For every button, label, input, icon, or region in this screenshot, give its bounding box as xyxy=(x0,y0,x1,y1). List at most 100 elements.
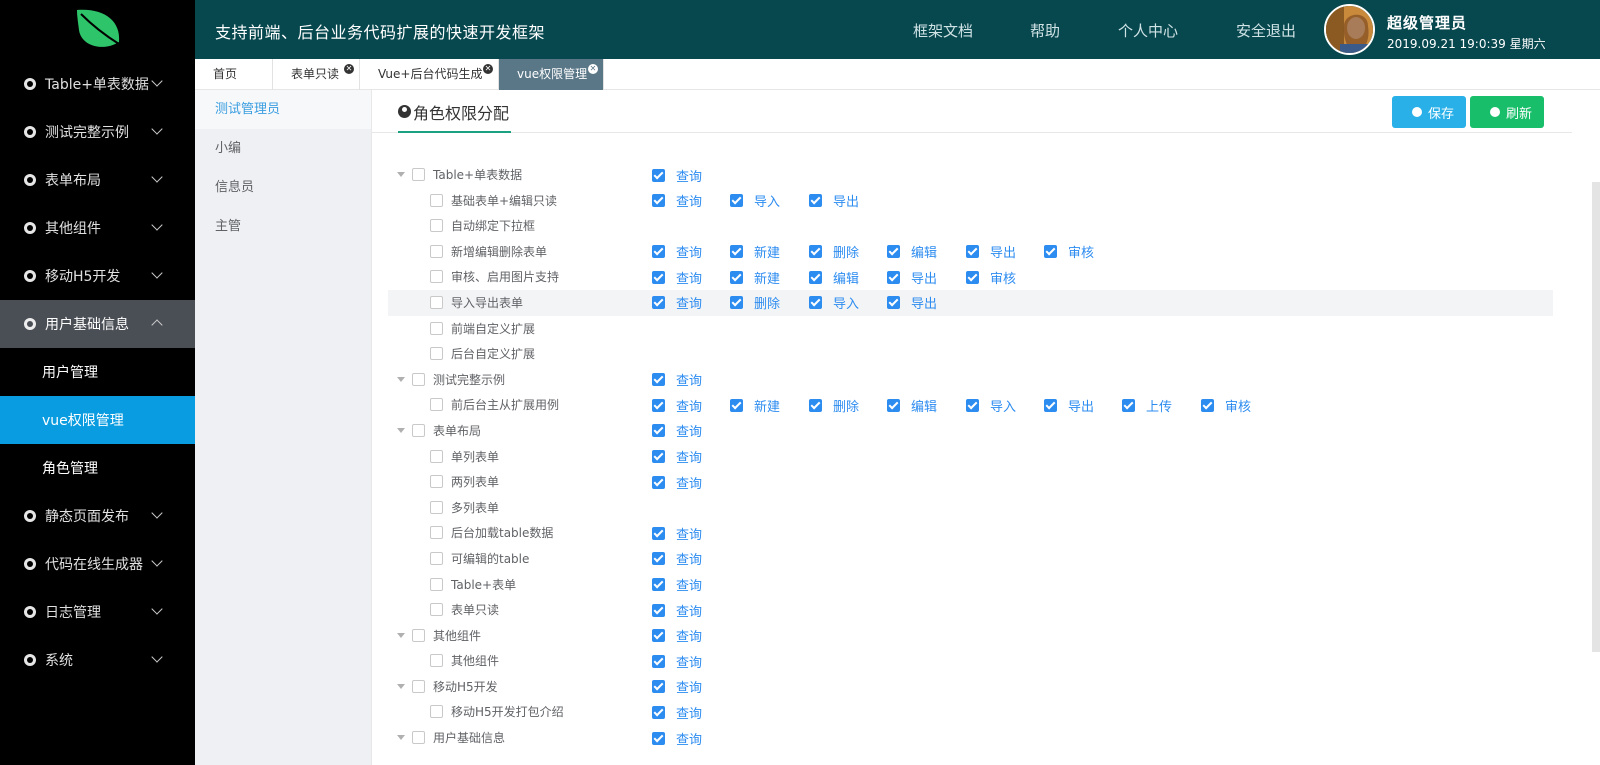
tree-node-checkbox[interactable] xyxy=(430,449,443,463)
checked-checkbox-icon[interactable] xyxy=(652,296,665,310)
tree-node-checkbox[interactable] xyxy=(430,295,443,309)
close-icon[interactable]: ✕ xyxy=(344,64,354,74)
tree-node-checkbox[interactable] xyxy=(412,731,425,745)
permission-checkbox[interactable]: 查询 xyxy=(652,194,702,210)
checked-checkbox-icon[interactable] xyxy=(652,603,665,617)
checked-checkbox-icon[interactable] xyxy=(652,398,665,412)
permission-checkbox[interactable]: 查询 xyxy=(652,731,702,748)
tree-node-checkbox[interactable] xyxy=(430,654,443,668)
permission-checkbox[interactable]: 导出 xyxy=(966,245,1016,261)
caret-down-icon[interactable] xyxy=(397,735,405,741)
nav-logout[interactable]: 安全退出 xyxy=(1236,20,1296,41)
permission-checkbox[interactable]: 删除 xyxy=(809,398,859,415)
tree-node-checkbox[interactable] xyxy=(430,577,443,591)
checked-checkbox-icon[interactable] xyxy=(1044,398,1057,412)
checked-checkbox-icon[interactable] xyxy=(652,629,665,643)
sidebar-item[interactable]: 用户基础信息 xyxy=(0,300,195,348)
permission-checkbox[interactable]: 查询 xyxy=(652,398,702,415)
permission-checkbox[interactable]: 导出 xyxy=(809,194,859,210)
tree-node-checkbox[interactable] xyxy=(412,679,425,693)
sidebar-item[interactable]: 日志管理 xyxy=(0,588,195,636)
tab-form-readonly[interactable]: 表单只读 ✕ xyxy=(273,59,360,90)
permission-checkbox[interactable]: 新建 xyxy=(730,270,780,287)
checked-checkbox-icon[interactable] xyxy=(1044,245,1057,259)
permission-checkbox[interactable]: 查询 xyxy=(652,475,702,492)
checked-checkbox-icon[interactable] xyxy=(652,245,665,259)
permission-checkbox[interactable]: 导入 xyxy=(966,398,1016,415)
checked-checkbox-icon[interactable] xyxy=(652,654,665,668)
permission-checkbox[interactable]: 导出 xyxy=(1044,398,1094,415)
permission-checkbox[interactable]: 删除 xyxy=(809,245,859,261)
checked-checkbox-icon[interactable] xyxy=(809,296,822,310)
permission-checkbox[interactable]: 查询 xyxy=(652,603,702,620)
tree-node-checkbox[interactable] xyxy=(430,705,443,719)
permission-checkbox[interactable]: 编辑 xyxy=(887,245,937,261)
checked-checkbox-icon[interactable] xyxy=(730,245,743,259)
caret-down-icon[interactable] xyxy=(397,172,405,177)
sidebar-item[interactable]: 其他组件 xyxy=(0,204,195,252)
permission-checkbox[interactable]: 查询 xyxy=(652,552,702,568)
role-item-info-clerk[interactable]: 信息员 xyxy=(195,168,371,207)
checked-checkbox-icon[interactable] xyxy=(652,578,665,591)
permission-checkbox[interactable]: 查询 xyxy=(652,168,702,185)
checked-checkbox-icon[interactable] xyxy=(887,398,900,412)
checked-checkbox-icon[interactable] xyxy=(730,270,743,284)
permission-checkbox[interactable]: 查询 xyxy=(652,424,702,440)
permission-checkbox[interactable]: 查询 xyxy=(652,526,702,543)
sidebar-item[interactable]: 系统 xyxy=(0,636,195,684)
checked-checkbox-icon[interactable] xyxy=(966,270,979,284)
permission-checkbox[interactable]: 查询 xyxy=(652,705,702,722)
checked-checkbox-icon[interactable] xyxy=(652,526,665,540)
checked-checkbox-icon[interactable] xyxy=(652,168,665,182)
checked-checkbox-icon[interactable] xyxy=(652,731,665,745)
permission-checkbox[interactable]: 查询 xyxy=(652,373,702,389)
checked-checkbox-icon[interactable] xyxy=(966,398,979,412)
tree-node-checkbox[interactable] xyxy=(430,219,443,233)
sidebar-subitem[interactable]: vue权限管理 xyxy=(0,396,195,444)
checked-checkbox-icon[interactable] xyxy=(966,245,979,259)
caret-down-icon[interactable] xyxy=(397,376,405,382)
checked-checkbox-icon[interactable] xyxy=(652,475,665,489)
caret-down-icon[interactable] xyxy=(397,427,405,433)
permission-checkbox[interactable]: 查询 xyxy=(652,629,702,645)
sidebar-item[interactable]: 测试完整示例 xyxy=(0,108,195,156)
tree-node-checkbox[interactable] xyxy=(412,628,425,642)
role-item-supervisor[interactable]: 主管 xyxy=(195,207,371,246)
caret-down-icon[interactable] xyxy=(397,683,405,689)
checked-checkbox-icon[interactable] xyxy=(652,424,665,438)
nav-user-center[interactable]: 个人中心 xyxy=(1118,20,1178,41)
tree-node-checkbox[interactable] xyxy=(430,321,443,335)
permission-checkbox[interactable]: 导出 xyxy=(887,270,937,287)
checked-checkbox-icon[interactable] xyxy=(1122,398,1135,412)
checked-checkbox-icon[interactable] xyxy=(1201,398,1214,412)
save-button[interactable]: 保存 xyxy=(1392,96,1466,128)
permission-checkbox[interactable]: 查询 xyxy=(652,578,702,594)
permission-checkbox[interactable]: 上传 xyxy=(1122,398,1172,415)
checked-checkbox-icon[interactable] xyxy=(652,705,665,719)
permission-checkbox[interactable]: 查询 xyxy=(652,270,702,287)
checked-checkbox-icon[interactable] xyxy=(652,450,665,464)
scrollbar[interactable] xyxy=(1592,182,1600,652)
sidebar-item[interactable]: 移动H5开发 xyxy=(0,252,195,300)
tab-vue-codegen[interactable]: Vue+后台代码生成 ✕ xyxy=(360,59,499,90)
permission-checkbox[interactable]: 审核 xyxy=(966,270,1016,287)
close-icon[interactable]: ✕ xyxy=(588,64,598,74)
tree-node-checkbox[interactable] xyxy=(430,526,443,540)
checked-checkbox-icon[interactable] xyxy=(652,373,665,387)
checked-checkbox-icon[interactable] xyxy=(809,245,822,259)
sidebar-subitem[interactable]: 角色管理 xyxy=(0,444,195,492)
checked-checkbox-icon[interactable] xyxy=(730,296,743,310)
permission-checkbox[interactable]: 新建 xyxy=(730,398,780,415)
checked-checkbox-icon[interactable] xyxy=(652,194,665,208)
sidebar-item[interactable]: Table+单表数据 xyxy=(0,60,195,108)
checked-checkbox-icon[interactable] xyxy=(652,270,665,284)
checked-checkbox-icon[interactable] xyxy=(887,270,900,284)
permission-checkbox[interactable]: 编辑 xyxy=(809,270,859,287)
close-icon[interactable]: ✕ xyxy=(483,64,493,74)
sidebar-item[interactable]: 代码在线生成器 xyxy=(0,540,195,588)
permission-checkbox[interactable]: 审核 xyxy=(1044,245,1094,261)
sidebar-item[interactable]: 静态页面发布 xyxy=(0,492,195,540)
checked-checkbox-icon[interactable] xyxy=(887,245,900,259)
checked-checkbox-icon[interactable] xyxy=(652,552,665,566)
tree-node-checkbox[interactable] xyxy=(430,347,443,361)
